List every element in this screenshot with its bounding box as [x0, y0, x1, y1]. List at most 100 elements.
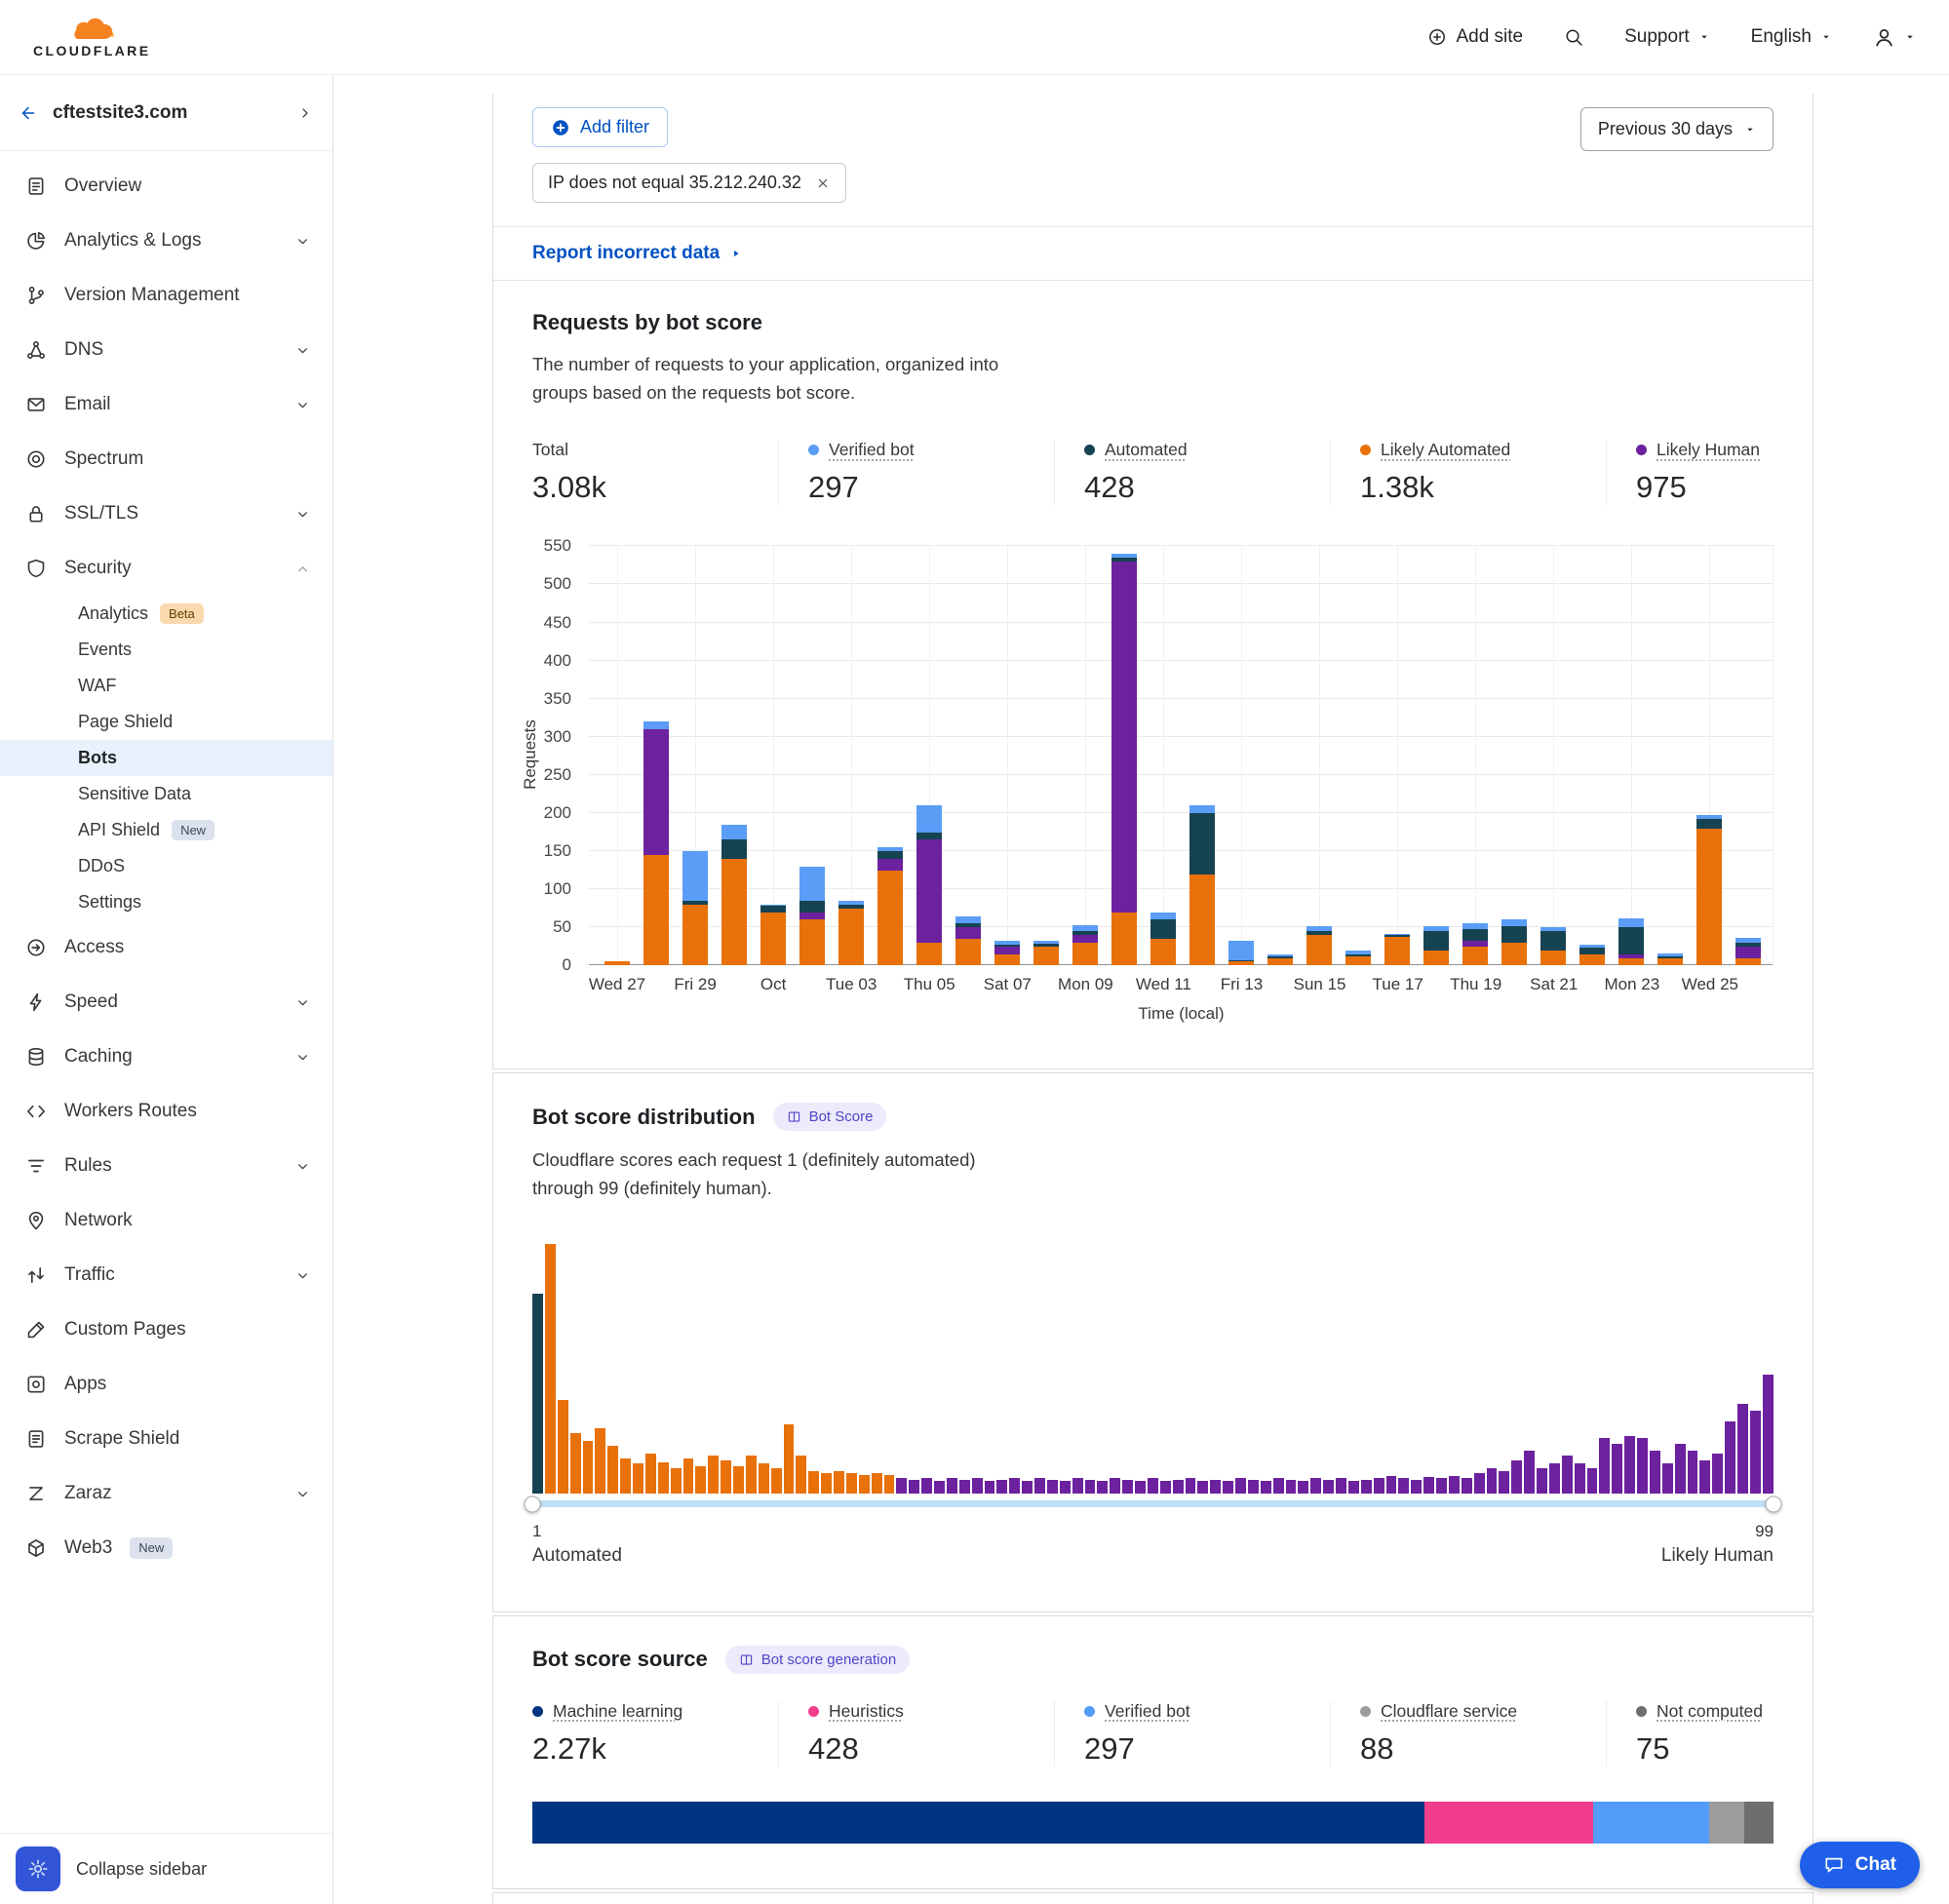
hist-bar-score-65[interactable] [1336, 1478, 1346, 1493]
sidebar-item-apps[interactable]: Apps [0, 1357, 332, 1412]
sidebar-item-bots[interactable]: Bots [0, 740, 332, 776]
hist-bar-score-94[interactable] [1699, 1460, 1710, 1493]
hist-bar-score-42[interactable] [1047, 1480, 1058, 1494]
bar-day-24[interactable] [1501, 546, 1527, 965]
hist-bar-score-47[interactable] [1110, 1478, 1120, 1493]
source-segment-machine-learning[interactable] [532, 1802, 1424, 1844]
hist-bar-score-36[interactable] [972, 1478, 983, 1493]
account-menu[interactable] [1873, 26, 1916, 49]
hist-bar-score-61[interactable] [1286, 1480, 1297, 1494]
hist-bar-score-29[interactable] [884, 1475, 895, 1494]
date-range-selector[interactable]: Previous 30 days [1580, 107, 1774, 151]
stat-label[interactable]: Cloudflare service [1381, 1701, 1517, 1722]
hist-bar-score-78[interactable] [1499, 1471, 1509, 1494]
stat-label[interactable]: Likely Automated [1381, 440, 1510, 460]
hist-bar-score-34[interactable] [947, 1478, 957, 1493]
stat-cloudflare-service[interactable]: Cloudflare service88 [1330, 1701, 1606, 1767]
bot-score-slider[interactable] [532, 1496, 1774, 1513]
sidebar-item-ssl-tls[interactable]: SSL/TLS [0, 486, 332, 541]
hist-bar-score-32[interactable] [921, 1478, 932, 1493]
hist-bar-score-93[interactable] [1688, 1451, 1698, 1493]
hist-bar-score-54[interactable] [1197, 1481, 1208, 1494]
hist-bar-score-96[interactable] [1725, 1421, 1735, 1494]
hist-bar-score-6[interactable] [595, 1428, 605, 1493]
sidebar-item-access[interactable]: Access [0, 920, 332, 975]
sidebar-item-email[interactable]: Email [0, 377, 332, 432]
sidebar-item-dns[interactable]: DNS [0, 323, 332, 377]
stat-automated[interactable]: Automated428 [1054, 440, 1330, 505]
hist-bar-score-46[interactable] [1097, 1481, 1108, 1494]
hist-bar-score-90[interactable] [1650, 1451, 1660, 1493]
hist-bar-score-53[interactable] [1186, 1478, 1196, 1493]
bar-day-6[interactable] [799, 546, 825, 965]
bot-score-generation-badge[interactable]: Bot score generation [725, 1646, 910, 1674]
bar-day-18[interactable] [1267, 546, 1293, 965]
sidebar-item-ddos[interactable]: DDoS [0, 848, 332, 884]
hist-bar-score-81[interactable] [1537, 1468, 1547, 1494]
hist-bar-score-45[interactable] [1085, 1480, 1096, 1494]
bar-day-26[interactable] [1579, 546, 1605, 965]
sidebar-item-zaraz[interactable]: Zaraz [0, 1466, 332, 1521]
bar-day-12[interactable] [1033, 546, 1059, 965]
bar-day-11[interactable] [994, 546, 1020, 965]
hist-bar-score-33[interactable] [934, 1481, 945, 1494]
stat-likely-automated[interactable]: Likely Automated1.38k [1330, 440, 1606, 505]
hist-bar-score-74[interactable] [1449, 1476, 1460, 1494]
hist-bar-score-12[interactable] [671, 1468, 682, 1494]
hist-bar-score-16[interactable] [721, 1460, 731, 1493]
hist-bar-score-24[interactable] [821, 1473, 832, 1493]
hist-bar-score-97[interactable] [1737, 1404, 1748, 1494]
hist-bar-score-30[interactable] [896, 1478, 907, 1493]
hist-bar-score-2[interactable] [545, 1244, 556, 1494]
hist-bar-score-95[interactable] [1712, 1454, 1723, 1494]
bar-day-23[interactable] [1462, 546, 1488, 965]
chat-button[interactable]: Chat [1800, 1842, 1920, 1888]
sidebar-item-network[interactable]: Network [0, 1193, 332, 1248]
hist-bar-score-22[interactable] [796, 1456, 806, 1493]
hist-bar-score-77[interactable] [1487, 1468, 1498, 1494]
preferences-button[interactable] [16, 1846, 60, 1891]
search-icon[interactable] [1564, 27, 1583, 47]
cloudflare-logo[interactable]: CLOUDFLARE [33, 17, 150, 58]
stat-not-computed[interactable]: Not computed75 [1606, 1701, 1773, 1767]
bar-day-13[interactable] [1072, 546, 1098, 965]
source-segment-verified-bot[interactable] [1593, 1802, 1710, 1844]
sidebar-item-scrape-shield[interactable]: Scrape Shield [0, 1412, 332, 1466]
support-menu[interactable]: Support [1624, 26, 1710, 48]
source-segment-not-computed[interactable] [1744, 1802, 1774, 1844]
sidebar-item-web3[interactable]: Web3New [0, 1521, 332, 1575]
hist-bar-score-87[interactable] [1612, 1444, 1622, 1494]
hist-bar-score-49[interactable] [1135, 1481, 1146, 1494]
hist-bar-score-57[interactable] [1235, 1478, 1246, 1493]
hist-bar-score-44[interactable] [1072, 1478, 1083, 1493]
hist-bar-score-89[interactable] [1637, 1438, 1648, 1493]
stat-label[interactable]: Heuristics [829, 1701, 904, 1722]
hist-bar-score-56[interactable] [1223, 1481, 1233, 1494]
add-filter-button[interactable]: Add filter [532, 107, 668, 147]
hist-bar-score-91[interactable] [1662, 1463, 1673, 1494]
back-arrow-icon[interactable] [18, 103, 37, 123]
hist-bar-score-27[interactable] [859, 1475, 870, 1494]
bar-day-7[interactable] [838, 546, 864, 965]
hist-bar-score-15[interactable] [708, 1456, 719, 1493]
sidebar-item-overview[interactable]: Overview [0, 159, 332, 214]
hist-bar-score-31[interactable] [909, 1480, 919, 1494]
hist-bar-score-48[interactable] [1122, 1480, 1133, 1494]
hist-bar-score-55[interactable] [1210, 1480, 1221, 1494]
hist-bar-score-50[interactable] [1148, 1478, 1158, 1493]
language-menu[interactable]: English [1751, 26, 1832, 48]
hist-bar-score-69[interactable] [1386, 1476, 1397, 1494]
hist-bar-score-52[interactable] [1173, 1480, 1184, 1494]
stat-label[interactable]: Verified bot [1105, 1701, 1190, 1722]
hist-bar-score-64[interactable] [1323, 1480, 1334, 1494]
stat-verified-bot[interactable]: Verified bot297 [778, 440, 1054, 505]
hist-bar-score-11[interactable] [658, 1462, 669, 1494]
hist-bar-score-76[interactable] [1474, 1473, 1485, 1493]
bar-day-1[interactable] [604, 546, 630, 965]
hist-bar-score-84[interactable] [1575, 1463, 1585, 1494]
slider-handle-min[interactable] [525, 1496, 541, 1512]
bar-day-2[interactable] [643, 546, 669, 965]
hist-bar-score-13[interactable] [683, 1458, 694, 1494]
hist-bar-score-59[interactable] [1261, 1481, 1271, 1494]
bar-day-29[interactable] [1696, 546, 1722, 965]
